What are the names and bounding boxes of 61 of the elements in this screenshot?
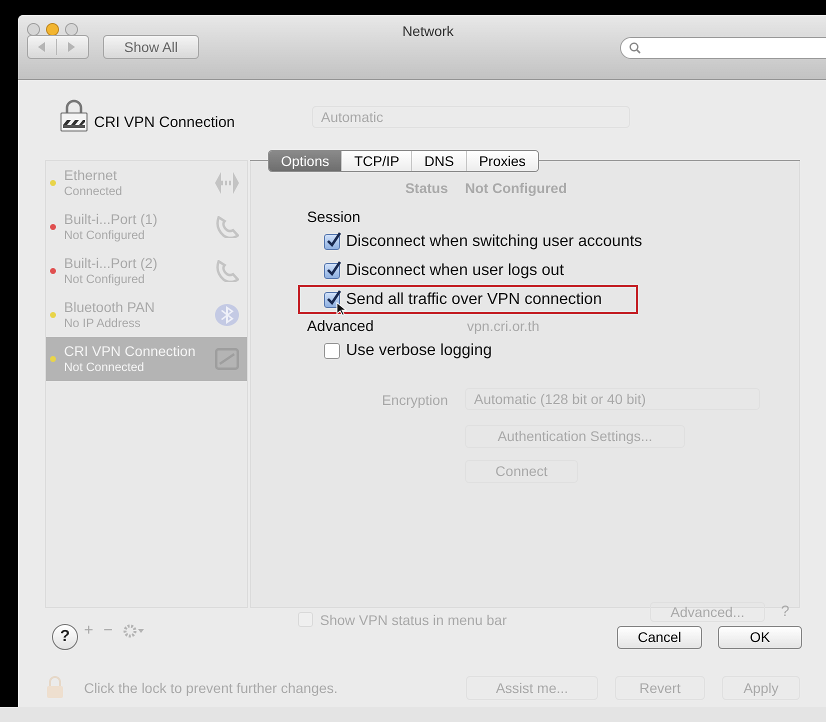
service-name: Built-i...Port (2) [64,255,158,271]
checkbox-label: Disconnect when user logs out [346,260,564,280]
checkbox[interactable] [324,262,340,278]
window-title: Network [401,22,455,41]
back-forward-control[interactable] [27,35,89,59]
location-popup[interactable]: Automatic [312,106,630,128]
service-status: Not Configured [64,271,145,287]
service-name: Ethernet [64,167,117,183]
search-field[interactable] [620,37,826,59]
show-all-button[interactable]: Show All [103,35,199,59]
encryption-label: Encryption [380,391,448,410]
pane-button[interactable]: Connect [465,460,578,483]
gear-icon[interactable] [122,624,145,638]
cursor-icon [336,302,347,316]
help-mark[interactable]: ? [781,603,790,620]
forward-icon [67,42,75,52]
tab[interactable]: Options [269,151,342,171]
footer-button[interactable]: Apply [722,676,800,700]
lock-message: Click the lock to prevent further changes. [84,679,338,698]
encryption-popup[interactable]: Automatic (128 bit or 40 bit) [465,388,760,410]
service-status: Connected [64,183,122,199]
checkbox-label: Disconnect when switching user accounts [346,232,642,252]
phone-icon [215,260,239,282]
footer-button[interactable]: Assist me... [466,676,598,700]
checkbox-label: Show VPN status in menu bar [320,611,507,630]
minimize-button[interactable] [46,23,59,36]
service-status: No IP Address [64,315,140,331]
help-button[interactable]: ? [52,624,78,650]
section-heading: Advanced [307,318,374,336]
server-address-value: vpn.cri.or.th [467,317,540,336]
bluetooth-icon [215,304,239,326]
service-name: Bluetooth PAN [64,299,155,315]
pane-button[interactable]: Authentication Settings... [465,425,685,448]
checkbox[interactable] [324,234,340,250]
dialog-button[interactable]: OK [718,626,802,649]
service-name: CRI VPN Connection [64,343,196,359]
footer-button[interactable]: Revert [615,676,705,700]
back-icon [38,42,46,52]
service-name: Built-i...Port (1) [64,211,158,227]
section-heading: Session [307,209,360,227]
service-action-button[interactable]: + [84,619,94,643]
zoom-button[interactable] [65,23,78,36]
close-button[interactable] [27,23,40,36]
status-label: Status [404,179,448,198]
checkbox-label: Use verbose logging [346,340,492,360]
service-status: Not Configured [64,227,145,243]
dialog-button[interactable]: Cancel [617,626,702,649]
phone-icon [215,216,239,238]
checkbox[interactable] [324,342,340,358]
service-action-button[interactable]: − [103,619,113,643]
arrows-icon [215,172,239,194]
tab[interactable]: DNS [411,151,466,171]
checkbox-label: Send all traffic over VPN connection [346,290,602,310]
service-status: Not Connected [64,359,144,375]
tab[interactable]: TCP/IP [341,151,412,171]
tab[interactable]: Proxies [466,151,538,171]
search-icon [629,42,641,54]
advanced-button[interactable]: Advanced... [650,602,765,622]
status-value: Not Configured [465,179,567,198]
service-item[interactable]: CRI VPN Connection Not Connected [46,337,247,381]
vpn-lock-icon [60,98,88,132]
